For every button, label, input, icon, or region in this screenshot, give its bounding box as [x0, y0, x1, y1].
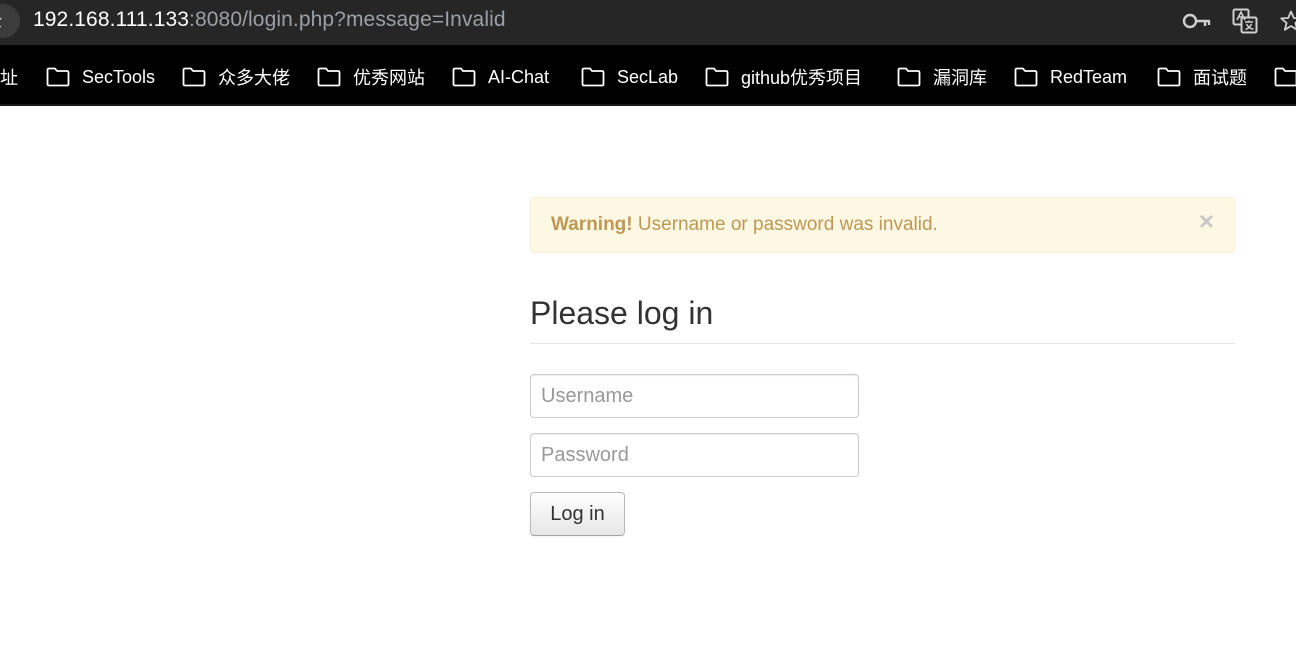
folder-icon — [317, 67, 341, 87]
bookmark-label: 址 — [0, 68, 18, 88]
folder-icon — [1274, 67, 1296, 87]
site-info-button[interactable]: 全 — [0, 4, 20, 38]
bookmark-label: 面试题 — [1193, 68, 1247, 88]
bookmark-folder-vulndb[interactable]: 漏洞库 — [897, 65, 987, 89]
key-icon[interactable] — [1182, 9, 1212, 33]
bookmark-folder-sectools[interactable]: SecTools — [46, 65, 155, 89]
bookmark-folder-github[interactable]: github优秀项目 — [705, 65, 862, 89]
address-bar: 全 192.168.111.133:8080/login.php?message… — [0, 0, 1296, 45]
folder-icon — [1014, 67, 1038, 87]
bookmark-label: 漏洞库 — [933, 68, 987, 88]
url-field[interactable]: 192.168.111.133:8080/login.php?message=I… — [33, 8, 506, 32]
folder-icon — [705, 67, 729, 87]
bookmark-folder-redteam[interactable]: RedTeam — [1014, 65, 1127, 89]
folder-icon — [452, 67, 476, 87]
alert-strong: Warning! — [551, 214, 633, 235]
divider — [530, 343, 1235, 344]
bookmark-folder-dalao[interactable]: 众多大佬 — [182, 65, 290, 89]
bookmark-label: RedTeam — [1050, 66, 1128, 87]
url-path: :8080/login.php?message=Invalid — [189, 8, 506, 31]
warning-alert: Warning! Username or password was invali… — [530, 197, 1235, 253]
folder-icon — [1157, 67, 1181, 87]
bookmark-label: 众多大佬 — [218, 68, 290, 88]
star-icon[interactable] — [1280, 9, 1296, 33]
bookmark-folder-interview[interactable]: 面试题 — [1157, 65, 1247, 89]
bookmark-label: AI-Chat — [488, 66, 550, 87]
bookmarks-bar: 址 SecTools 众多大佬 优秀网站 AI-Chat SecLab gith… — [0, 45, 1296, 106]
page-title: Please log in — [530, 295, 714, 331]
folder-icon — [897, 67, 921, 87]
username-field[interactable] — [530, 374, 859, 418]
bookmark-folder-seclab[interactable]: SecLab — [581, 65, 678, 89]
bookmark-label: SecTools — [82, 66, 156, 87]
login-button[interactable]: Log in — [530, 492, 625, 536]
bookmark-folder-overflow[interactable] — [1274, 65, 1296, 89]
translate-icon[interactable] — [1232, 8, 1258, 34]
bookmark-label: github优秀项目 — [741, 68, 863, 88]
bookmark-folder-ai-chat[interactable]: AI-Chat — [452, 65, 549, 89]
bookmark-folder-sites[interactable]: 优秀网站 — [317, 65, 425, 89]
bookmark-item[interactable]: 址 — [0, 65, 18, 89]
bookmark-label: SecLab — [617, 66, 679, 87]
password-field[interactable] — [530, 433, 859, 477]
folder-icon — [581, 67, 605, 87]
close-icon[interactable]: × — [1199, 208, 1214, 234]
folder-icon — [46, 67, 70, 87]
alert-message: Username or password was invalid. — [637, 214, 938, 235]
url-host: 192.168.111.133 — [33, 8, 190, 31]
bookmark-label: 优秀网站 — [353, 68, 425, 88]
folder-icon — [182, 67, 206, 87]
